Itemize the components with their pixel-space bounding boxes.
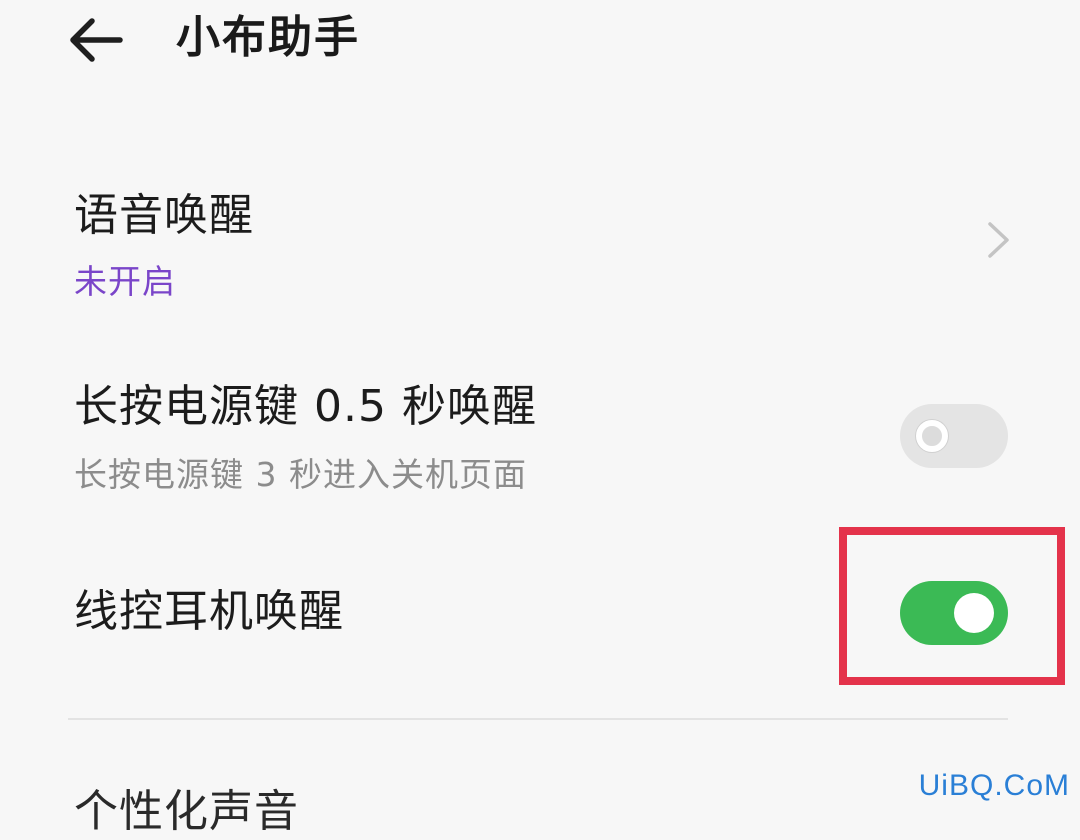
headset-wake-setting: 线控耳机唤醒: [0, 580, 1080, 680]
toggle-knob: [916, 420, 948, 452]
back-button[interactable]: [62, 10, 132, 70]
toggle-knob: [954, 593, 994, 633]
power-key-wake-subtitle: 长按电源键 3 秒进入关机页面: [74, 455, 527, 494]
section-divider: [68, 718, 1008, 720]
headset-wake-title: 线控耳机唤醒: [74, 586, 344, 637]
headset-wake-toggle[interactable]: [900, 581, 1008, 645]
personalized-voice-title: 个性化声音: [74, 786, 299, 837]
app-header: 小布助手: [0, 0, 1080, 90]
power-key-wake-toggle[interactable]: [900, 404, 1008, 468]
arrow-left-icon: [70, 18, 123, 62]
voice-wake-title: 语音唤醒: [74, 190, 254, 241]
voice-wake-setting[interactable]: 语音唤醒 未开启: [0, 180, 1080, 330]
chevron-right-icon: [988, 222, 1009, 258]
watermark-text: UiBQ.CoM: [918, 769, 1070, 802]
power-key-wake-setting: 长按电源键 0.5 秒唤醒 长按电源键 3 秒进入关机页面: [0, 375, 1080, 515]
page-title: 小布助手: [176, 12, 360, 63]
power-key-wake-title: 长按电源键 0.5 秒唤醒: [74, 381, 537, 432]
voice-wake-status: 未开启: [74, 262, 176, 301]
